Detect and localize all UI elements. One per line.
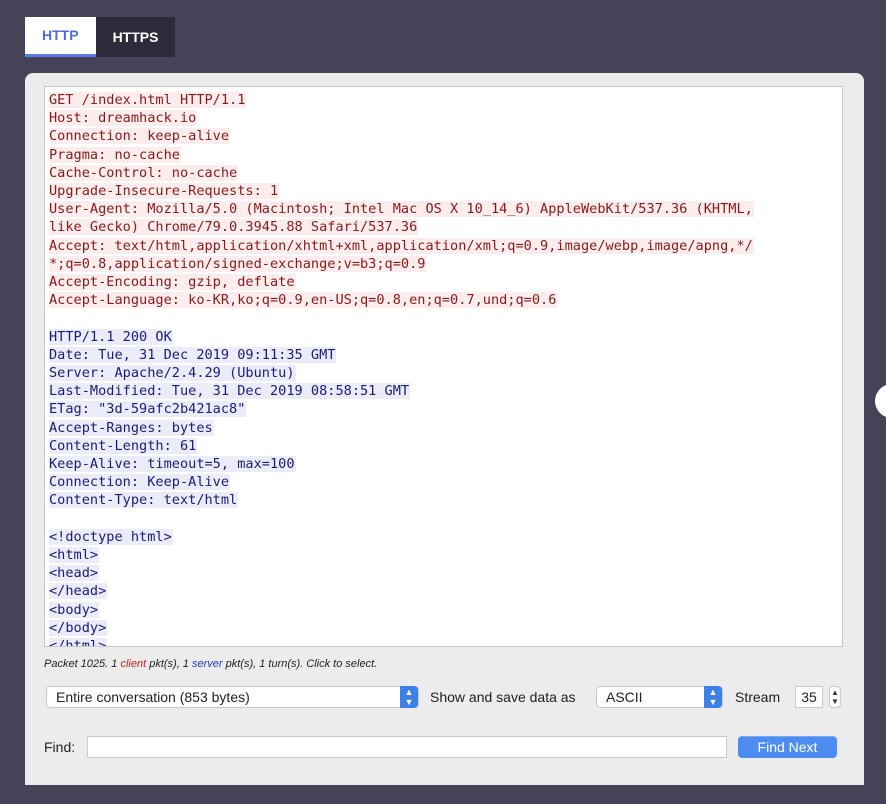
stream-number-field[interactable]: 35 — [795, 686, 823, 708]
chevron-up-down-icon: ▲ ▼ — [400, 686, 418, 708]
server-line-text: <!doctype html> — [49, 528, 173, 545]
server-line-text: ETag: "3d-59afc2b421ac8" — [49, 401, 247, 418]
find-label: Find: — [44, 739, 76, 755]
client-line-text: User-Agent: Mozilla/5.0 (Macintosh; Inte… — [49, 201, 754, 218]
client-line-text: Cache-Control: no-cache — [49, 164, 239, 181]
stepper-up-icon: ▲ — [831, 688, 839, 697]
server-line-text: Date: Tue, 31 Dec 2019 09:11:35 GMT — [49, 346, 337, 363]
server-line: Last-Modified: Tue, 31 Dec 2019 08:58:51… — [49, 382, 842, 400]
conversation-select[interactable]: Entire conversation (853 bytes) ▲ ▼ — [46, 686, 419, 708]
format-select[interactable]: ASCII ▲ ▼ — [596, 686, 723, 708]
client-line: Cache-Control: no-cache — [49, 164, 842, 182]
client-line: Upgrade-Insecure-Requests: 1 — [49, 182, 842, 200]
client-line: User-Agent: Mozilla/5.0 (Macintosh; Inte… — [49, 200, 842, 218]
status-middle: pkt(s), 1 — [146, 658, 192, 670]
server-line-text: </head> — [49, 583, 108, 600]
server-line-text: HTTP/1.1 200 OK — [49, 328, 173, 345]
status-client: client — [120, 658, 147, 670]
server-line-text: Content-Length: 61 — [49, 437, 198, 454]
chevron-up-down-icon: ▲ ▼ — [704, 686, 722, 708]
server-line: Date: Tue, 31 Dec 2019 09:11:35 GMT — [49, 346, 842, 364]
client-line-text: Pragma: no-cache — [49, 146, 181, 163]
server-line: </body> — [49, 619, 842, 637]
server-line-text: </body> — [49, 619, 108, 636]
client-line: Accept-Encoding: gzip, deflate — [49, 273, 842, 291]
client-line: *;q=0.8,application/signed-exchange;v=b3… — [49, 255, 842, 273]
server-line: Content-Type: text/html — [49, 491, 842, 509]
side-toggle-button[interactable] — [875, 384, 886, 418]
client-line: GET /index.html HTTP/1.1 — [49, 91, 842, 109]
client-line-text: Accept-Language: ko-KR,ko;q=0.9,en-US;q=… — [49, 292, 558, 309]
stream-text: GET /index.html HTTP/1.1 Host: dreamhack.… — [45, 87, 842, 646]
protocol-tabs: HTTP HTTPS — [25, 17, 176, 57]
server-line-text: </html> — [49, 638, 108, 646]
find-input[interactable] — [87, 736, 727, 758]
find-next-button[interactable]: Find Next — [738, 736, 837, 758]
client-line-text: like Gecko) Chrome/79.0.3945.88 Safari/5… — [49, 219, 419, 236]
server-line-text: <body> — [49, 601, 100, 618]
server-line: ETag: "3d-59afc2b421ac8" — [49, 400, 842, 418]
client-line-text: *;q=0.8,application/signed-exchange;v=b3… — [49, 255, 427, 272]
server-line: <html> — [49, 546, 842, 564]
server-line-text: <head> — [49, 565, 100, 582]
client-line: Host: dreamhack.io — [49, 109, 842, 127]
client-line-text: Accept: text/html,application/xhtml+xml,… — [49, 237, 754, 254]
status-prefix: Packet 1025. 1 — [44, 658, 121, 670]
packet-status-text: Packet 1025. 1 client pkt(s), 1 server p… — [44, 658, 377, 670]
server-line: <head> — [49, 564, 842, 582]
server-line-text: Connection: Keep-Alive — [49, 474, 231, 491]
server-line: <body> — [49, 601, 842, 619]
client-line: Accept: text/html,application/xhtml+xml,… — [49, 237, 842, 255]
server-line: HTTP/1.1 200 OK — [49, 328, 842, 346]
stream-stepper[interactable]: ▲ ▼ — [829, 686, 841, 708]
server-line-text: Accept-Ranges: bytes — [49, 419, 214, 436]
server-line: Keep-Alive: timeout=5, max=100 — [49, 455, 842, 473]
status-suffix: pkt(s), 1 turn(s). Click to select. — [222, 658, 378, 670]
client-line-text: Accept-Encoding: gzip, deflate — [49, 274, 296, 291]
server-line: Content-Length: 61 — [49, 437, 842, 455]
stream-label: Stream — [735, 689, 781, 705]
conversation-select-value: Entire conversation (853 bytes) — [56, 689, 250, 705]
stream-content-pane[interactable]: GET /index.html HTTP/1.1 Host: dreamhack.… — [44, 86, 843, 647]
tab-http[interactable]: HTTP — [25, 17, 96, 57]
client-line-text: GET /index.html HTTP/1.1 — [49, 92, 247, 108]
server-line-text: Keep-Alive: timeout=5, max=100 — [49, 456, 296, 473]
server-line: Accept-Ranges: bytes — [49, 419, 842, 437]
client-line: like Gecko) Chrome/79.0.3945.88 Safari/5… — [49, 218, 842, 236]
client-line-text: Upgrade-Insecure-Requests: 1 — [49, 183, 280, 200]
server-line-text: Last-Modified: Tue, 31 Dec 2019 08:58:51… — [49, 383, 411, 400]
client-line-text: Host: dreamhack.io — [49, 110, 198, 127]
client-line: Connection: keep-alive — [49, 127, 842, 145]
server-line-text: Content-Type: text/html — [49, 492, 239, 509]
server-line-text: <html> — [49, 547, 100, 564]
format-select-value: ASCII — [606, 689, 643, 705]
tab-https[interactable]: HTTPS — [95, 17, 176, 57]
client-line: Pragma: no-cache — [49, 146, 842, 164]
show-save-label: Show and save data as — [430, 689, 576, 705]
client-line-text: Connection: keep-alive — [49, 128, 231, 145]
server-line: </head> — [49, 582, 842, 600]
server-line-text: Server: Apache/2.4.29 (Ubuntu) — [49, 365, 296, 382]
follow-tcp-stream-window: GET /index.html HTTP/1.1 Host: dreamhack.… — [25, 73, 864, 785]
server-line: <!doctype html> — [49, 528, 842, 546]
server-line: Connection: Keep-Alive — [49, 473, 842, 491]
stepper-down-icon: ▼ — [831, 697, 839, 706]
client-line: Accept-Language: ko-KR,ko;q=0.9,en-US;q=… — [49, 291, 842, 309]
server-line: Server: Apache/2.4.29 (Ubuntu) — [49, 364, 842, 382]
status-server: server — [191, 658, 223, 670]
server-line: </html> — [49, 637, 842, 646]
